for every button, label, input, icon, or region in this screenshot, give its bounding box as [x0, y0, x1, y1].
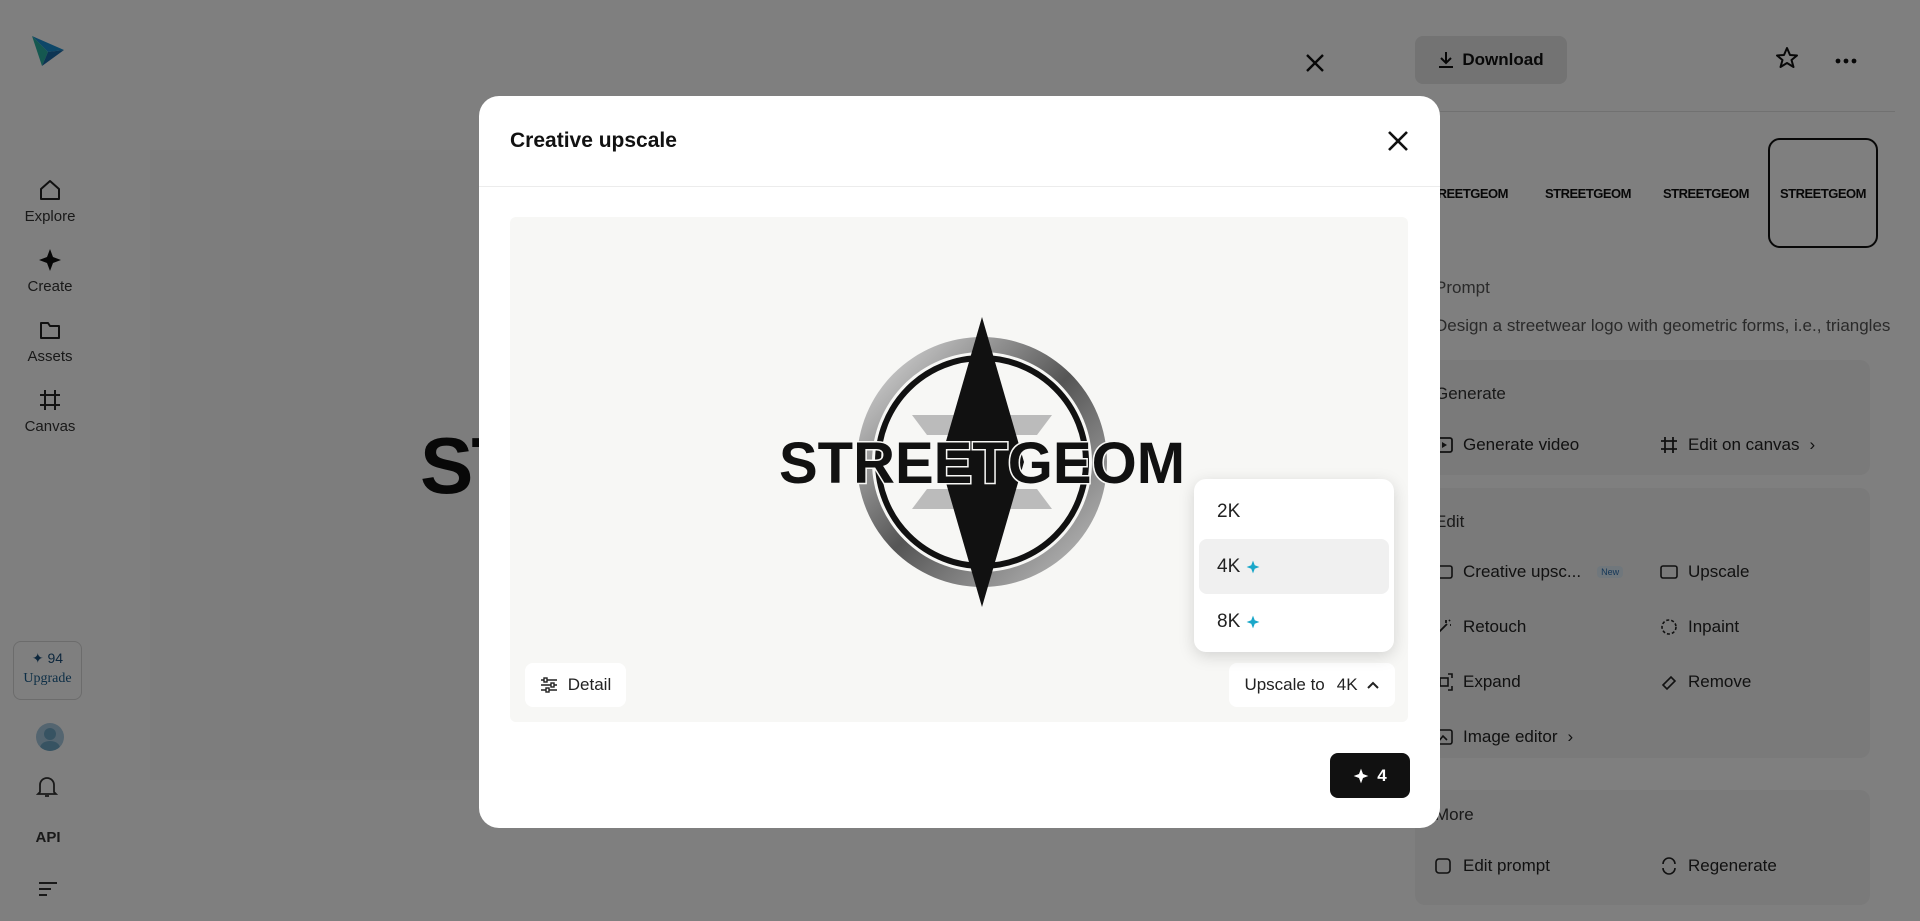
sparkle-icon: [1246, 560, 1260, 573]
detail-label: Detail: [567, 675, 612, 694]
option-8k[interactable]: 8K: [1199, 594, 1389, 649]
option-label: 4K: [1217, 555, 1241, 577]
creative-upscale-dialog: Creative upscale STREETGEOM Detail Upsca…: [479, 96, 1440, 828]
upscale-to-label: Upscale to: [1244, 675, 1325, 694]
close-icon[interactable]: [1387, 130, 1409, 152]
dialog-title: Creative upscale: [510, 129, 677, 152]
sliders-icon: [540, 677, 557, 693]
upscale-selected-value: 4K: [1336, 675, 1358, 694]
option-label: 2K: [1217, 500, 1241, 522]
chevron-up-icon: [1366, 681, 1379, 689]
upscale-resolution-select[interactable]: Upscale to 4K: [1229, 663, 1395, 707]
dialog-header: Creative upscale: [479, 96, 1440, 187]
logo-text: STREETGEOM: [779, 431, 1185, 496]
option-2k[interactable]: 2K: [1199, 484, 1389, 539]
sparkle-icon: [1246, 615, 1260, 628]
start-upscale-button[interactable]: 4: [1330, 753, 1410, 798]
detail-settings-button[interactable]: Detail: [525, 663, 626, 707]
option-4k[interactable]: 4K: [1199, 539, 1389, 594]
credit-cost: 4: [1377, 765, 1387, 785]
option-label: 8K: [1217, 610, 1241, 632]
streetgeom-logo-image: STREETGEOM: [777, 317, 1187, 607]
sparkle-icon: [1353, 768, 1369, 783]
resolution-dropdown: 2K 4K 8K: [1194, 479, 1394, 652]
